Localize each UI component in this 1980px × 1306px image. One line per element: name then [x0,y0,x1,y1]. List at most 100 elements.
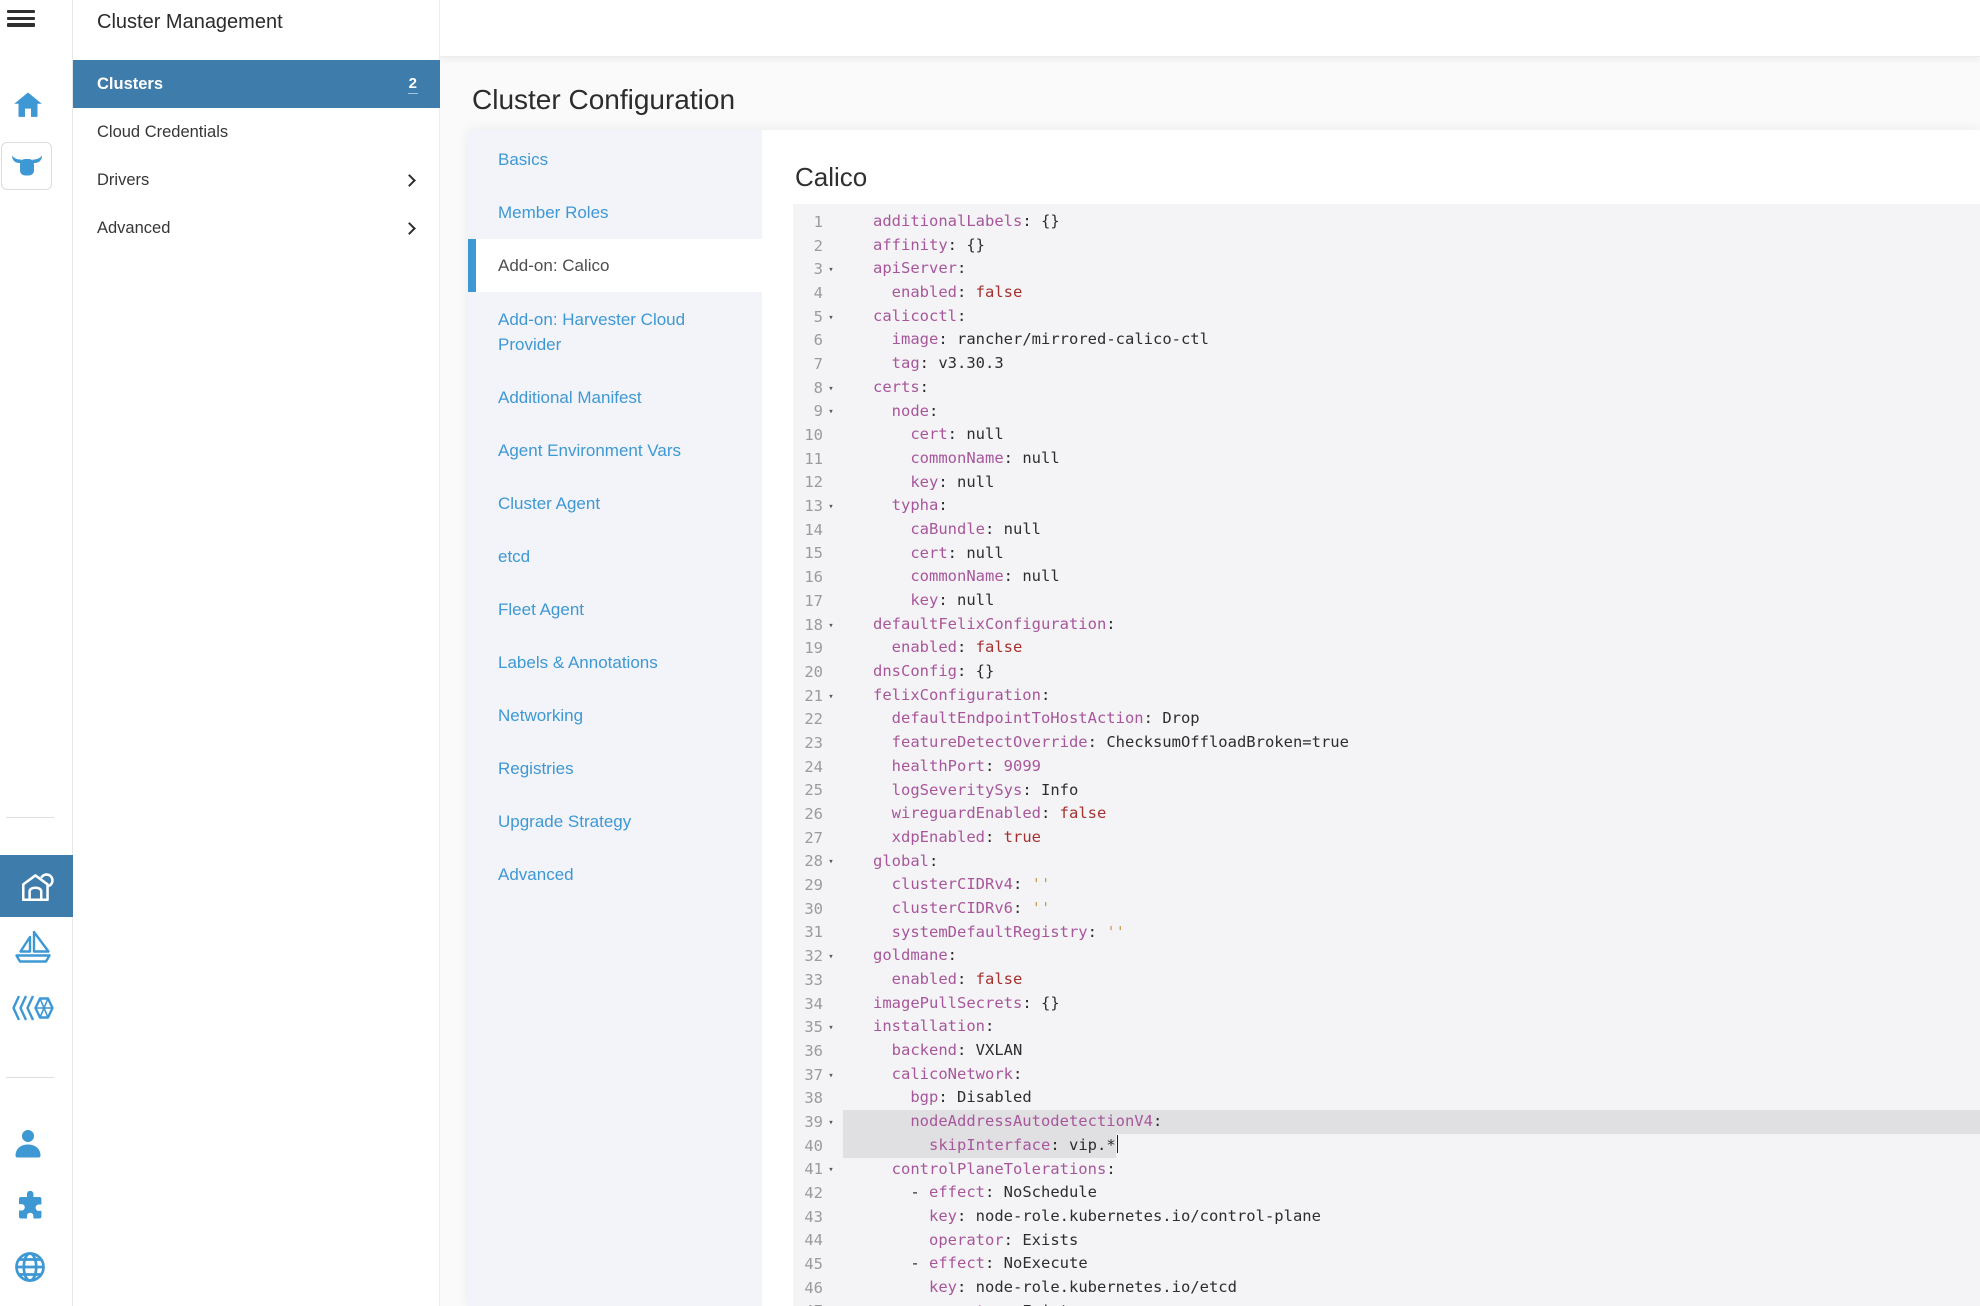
code-text[interactable]: bgp: Disabled [843,1086,1980,1110]
tab-add-on-calico[interactable]: Add-on: Calico [468,239,762,292]
line-number: 26 [793,805,823,823]
virtualization-barn-icon[interactable] [0,855,73,917]
fold-arrow-icon[interactable]: ▾ [823,382,839,394]
line-number: 23 [793,734,823,752]
code-text[interactable]: enabled: false [843,968,1980,992]
code-text[interactable]: certs: [843,376,1980,400]
code-text[interactable]: affinity: {} [843,234,1980,258]
tab-basics[interactable]: Basics [468,133,762,186]
tab-member-roles[interactable]: Member Roles [468,186,762,239]
code-text[interactable]: systemDefaultRegistry: '' [843,921,1980,945]
code-text[interactable]: commonName: null [843,447,1980,471]
code-text[interactable]: image: rancher/mirrored-calico-ctl [843,328,1980,352]
code-text[interactable]: key: null [843,589,1980,613]
tab-upgrade-strategy[interactable]: Upgrade Strategy [468,795,762,848]
code-text[interactable]: defaultFelixConfiguration: [843,613,1980,637]
fold-spacer [823,600,839,602]
code-text[interactable]: key: node-role.kubernetes.io/etcd [843,1276,1980,1300]
tab-add-on-harvester-cloud-provider[interactable]: Add-on: Harvester Cloud Provider [468,292,762,371]
code-text[interactable]: logSeveritySys: Info [843,779,1980,803]
gutter: 36 [793,1042,843,1060]
code-text[interactable]: additionalLabels: {} [843,210,1980,234]
code-text[interactable]: xdpEnabled: true [843,826,1980,850]
code-text[interactable]: defaultEndpointToHostAction: Drop [843,707,1980,731]
fold-arrow-icon[interactable]: ▾ [823,619,839,631]
code-text[interactable]: - effect: NoExecute [843,1252,1980,1276]
code-text[interactable]: key: null [843,471,1980,495]
code-text[interactable]: enabled: false [843,636,1980,660]
code-text[interactable]: caBundle: null [843,518,1980,542]
fold-arrow-icon[interactable]: ▾ [823,405,839,417]
fold-arrow-icon[interactable]: ▾ [823,500,839,512]
fold-arrow-icon[interactable]: ▾ [823,1163,839,1175]
sidenav-item-advanced[interactable]: Advanced [73,204,440,252]
code-text[interactable]: featureDetectOverride: ChecksumOffloadBr… [843,731,1980,755]
tab-cluster-agent[interactable]: Cluster Agent [468,477,762,530]
code-text[interactable]: installation: [843,1015,1980,1039]
code-text[interactable]: skipInterface: vip.* [843,1134,1980,1158]
yaml-editor[interactable]: 1additionalLabels: {}2affinity: {}3▾apiS… [793,204,1980,1306]
code-text[interactable]: controlPlaneTolerations: [843,1158,1980,1182]
fold-arrow-icon[interactable]: ▾ [823,1116,839,1128]
tab-additional-manifest[interactable]: Additional Manifest [468,371,762,424]
fold-arrow-icon[interactable]: ▾ [823,1021,839,1033]
menu-icon[interactable] [7,10,35,27]
sidenav-item-cloud-credentials[interactable]: Cloud Credentials [73,108,440,156]
fold-arrow-icon[interactable]: ▾ [823,855,839,867]
tab-registries[interactable]: Registries [468,742,762,795]
tab-networking[interactable]: Networking [468,689,762,742]
code-text[interactable]: backend: VXLAN [843,1039,1980,1063]
code-line: 12 key: null [793,471,1980,495]
tab-fleet-agent[interactable]: Fleet Agent [468,583,762,636]
fold-arrow-icon[interactable]: ▾ [823,263,839,275]
fold-arrow-icon[interactable]: ▾ [823,690,839,702]
code-text[interactable]: key: node-role.kubernetes.io/control-pla… [843,1205,1980,1229]
code-text[interactable]: clusterCIDRv6: '' [843,897,1980,921]
tab-advanced[interactable]: Advanced [468,848,762,901]
code-text[interactable]: calicoctl: [843,305,1980,329]
code-line: 43 key: node-role.kubernetes.io/control-… [793,1205,1980,1229]
code-text[interactable]: commonName: null [843,565,1980,589]
sidenav-item-drivers[interactable]: Drivers [73,156,440,204]
code-text[interactable]: enabled: false [843,281,1980,305]
code-text[interactable]: global: [843,850,1980,874]
line-number: 20 [793,663,823,681]
tab-etcd[interactable]: etcd [468,530,762,583]
fleet-hex-icon[interactable] [11,994,55,1022]
code-text[interactable]: node: [843,400,1980,424]
code-text[interactable]: calicoNetwork: [843,1063,1980,1087]
code-text[interactable]: tag: v3.30.3 [843,352,1980,376]
sidenav-item-clusters[interactable]: Clusters2 [73,60,440,108]
code-text[interactable]: goldmane: [843,944,1980,968]
code-line: 30 clusterCIDRv6: '' [793,897,1980,921]
code-text[interactable]: clusterCIDRv4: '' [843,873,1980,897]
fold-arrow-icon[interactable]: ▾ [823,311,839,323]
code-text[interactable]: dnsConfig: {} [843,660,1980,684]
code-text[interactable]: operator: Exists [843,1300,1980,1306]
code-text[interactable]: cert: null [843,542,1980,566]
tab-labels-annotations[interactable]: Labels & Annotations [468,636,762,689]
support-globe-icon[interactable] [13,1250,47,1284]
fold-spacer [823,671,839,673]
code-text[interactable]: nodeAddressAutodetectionV4: [843,1110,1980,1134]
tab-agent-environment-vars[interactable]: Agent Environment Vars [468,424,762,477]
users-icon[interactable] [13,1128,43,1158]
code-text[interactable]: wireguardEnabled: false [843,802,1980,826]
code-text[interactable]: felixConfiguration: [843,684,1980,708]
tab-label: Additional Manifest [498,385,642,410]
fold-arrow-icon[interactable]: ▾ [823,950,839,962]
code-line: 37▾ calicoNetwork: [793,1063,1980,1087]
home-icon[interactable] [13,91,43,119]
rancher-steer-icon[interactable] [1,142,52,190]
extensions-puzzle-icon[interactable] [14,1191,46,1223]
sailboat-cluster-icon[interactable] [13,929,53,965]
code-text[interactable]: healthPort: 9099 [843,755,1980,779]
code-text[interactable]: - effect: NoSchedule [843,1181,1980,1205]
code-text[interactable]: apiServer: [843,257,1980,281]
code-text[interactable]: imagePullSecrets: {} [843,992,1980,1016]
code-text[interactable]: typha: [843,494,1980,518]
code-text[interactable]: operator: Exists [843,1229,1980,1253]
line-number: 13 [793,497,823,515]
fold-arrow-icon[interactable]: ▾ [823,1069,839,1081]
code-text[interactable]: cert: null [843,423,1980,447]
